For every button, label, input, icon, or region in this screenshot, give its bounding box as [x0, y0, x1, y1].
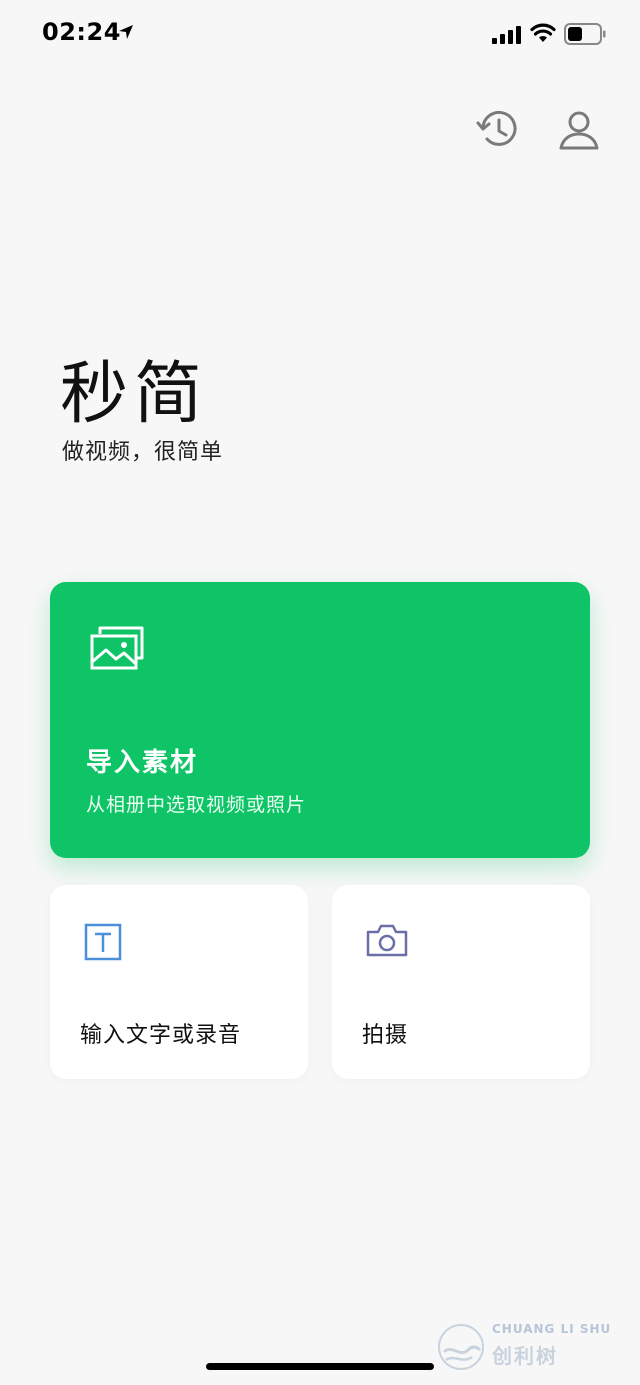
watermark: CHUANG LI SHU 创利树 [436, 1322, 640, 1374]
profile-icon[interactable] [555, 106, 603, 154]
image-gallery-icon [90, 626, 144, 670]
watermark-chinese: 创利树 [492, 1344, 558, 1368]
status-bar: 02:24 [0, 0, 640, 70]
home-indicator[interactable] [206, 1363, 434, 1370]
app-logo: 秒简 [60, 355, 209, 434]
wifi-icon [530, 23, 556, 42]
import-media-subtitle: 从相册中选取视频或照片 [86, 794, 307, 816]
text-or-audio-card[interactable]: 输入文字或录音 [50, 885, 308, 1079]
import-media-card[interactable]: 导入素材 从相册中选取视频或照片 [50, 582, 590, 858]
cellular-signal-icon [492, 26, 521, 44]
battery-icon [564, 23, 606, 45]
status-time: 02:24 [42, 18, 121, 46]
text-t-icon [84, 923, 122, 961]
location-arrow-icon [119, 25, 133, 39]
camera-icon [366, 924, 408, 957]
watermark-logo-icon [438, 1324, 484, 1370]
watermark-english: CHUANG LI SHU [492, 1322, 612, 1336]
shoot-label: 拍摄 [362, 1023, 409, 1048]
shoot-card[interactable]: 拍摄 [332, 885, 590, 1079]
history-icon[interactable] [474, 106, 522, 154]
text-or-audio-label: 输入文字或录音 [80, 1023, 242, 1048]
import-media-title: 导入素材 [86, 748, 199, 778]
app-slogan: 做视频，很简单 [62, 440, 224, 465]
